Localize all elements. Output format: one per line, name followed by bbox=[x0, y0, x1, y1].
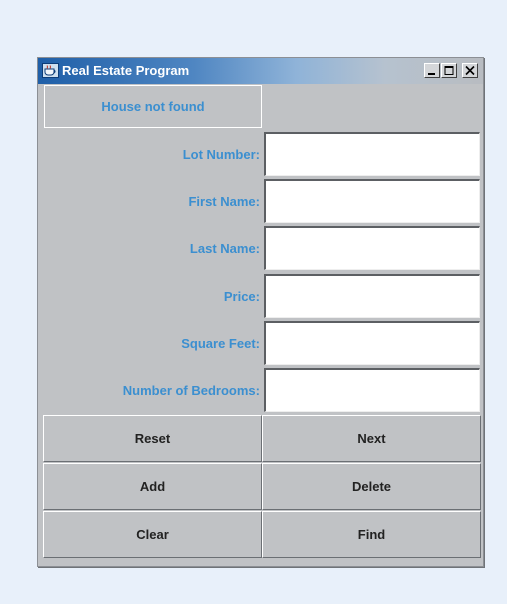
close-icon bbox=[465, 65, 475, 76]
first-name-label: First Name: bbox=[188, 193, 260, 209]
lot-number-field[interactable] bbox=[264, 132, 480, 176]
title-bar[interactable]: Real Estate Program bbox=[38, 58, 483, 84]
last-name-label: Last Name: bbox=[189, 240, 260, 256]
minimize-button[interactable] bbox=[424, 63, 440, 78]
reset-button[interactable]: Reset bbox=[43, 415, 262, 462]
lot-number-label: Lot Number: bbox=[182, 146, 260, 162]
maximize-icon bbox=[444, 66, 454, 75]
price-field[interactable] bbox=[264, 274, 480, 318]
find-button[interactable]: Find bbox=[262, 511, 481, 558]
last-name-field[interactable] bbox=[264, 226, 480, 270]
close-button[interactable] bbox=[462, 63, 478, 78]
maximize-button[interactable] bbox=[441, 63, 457, 78]
application-window: Real Estate Program House not found Lot … bbox=[37, 57, 484, 567]
first-name-field[interactable] bbox=[264, 179, 480, 223]
minimize-icon bbox=[428, 73, 435, 75]
delete-button[interactable]: Delete bbox=[262, 463, 481, 510]
price-label: Price: bbox=[223, 288, 260, 304]
status-message: House not found bbox=[44, 85, 262, 128]
bedrooms-field[interactable] bbox=[264, 368, 480, 412]
clear-button[interactable]: Clear bbox=[43, 511, 262, 558]
window-title: Real Estate Program bbox=[62, 63, 190, 78]
square-feet-label: Square Feet: bbox=[181, 335, 260, 351]
content-panel: House not found Lot Number: First Name: … bbox=[42, 85, 481, 563]
add-button[interactable]: Add bbox=[43, 463, 262, 510]
bedrooms-label: Number of Bedrooms: bbox=[122, 382, 260, 398]
java-cup-icon[interactable] bbox=[42, 63, 59, 78]
next-button[interactable]: Next bbox=[262, 415, 481, 462]
square-feet-field[interactable] bbox=[264, 321, 480, 365]
